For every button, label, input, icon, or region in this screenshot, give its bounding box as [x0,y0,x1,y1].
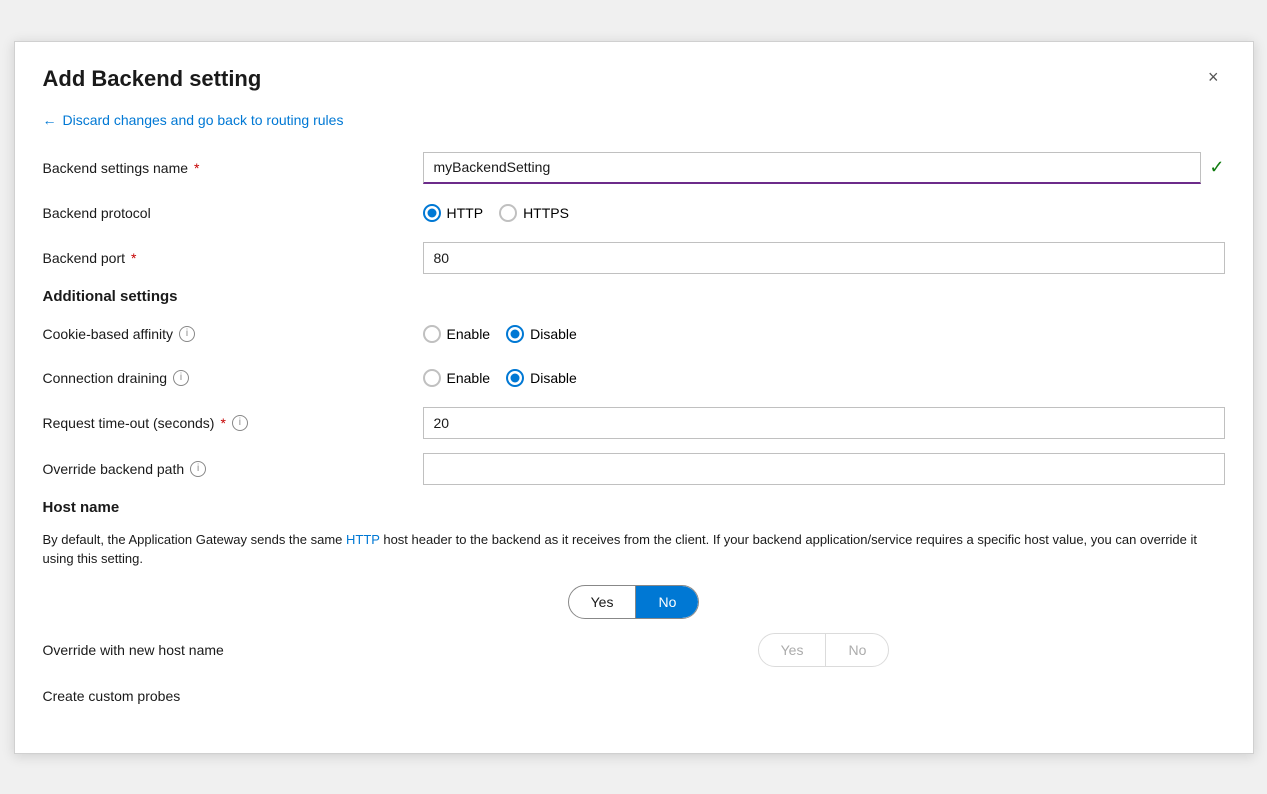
additional-settings-heading: Additional settings [43,288,1225,305]
host-name-description: By default, the Application Gateway send… [43,530,1225,569]
override-host-no-button[interactable]: No [826,634,888,666]
request-timeout-row: Request time-out (seconds) * i [43,407,1225,439]
override-host-name-control: Yes No [423,633,1225,667]
create-custom-probes-row: Create custom probes [43,681,1225,711]
cookie-affinity-info-icon[interactable]: i [179,326,195,342]
override-path-info-icon[interactable]: i [190,461,206,477]
backend-protocol-options: HTTP HTTPS [423,204,1225,222]
override-host-name-row: Override with new host name Yes No [43,633,1225,667]
back-arrow: ← [43,112,57,128]
connection-draining-options: Enable Disable [423,369,1225,387]
request-timeout-label: Request time-out (seconds) * i [43,415,423,431]
connection-draining-row: Connection draining i Enable Disable [43,363,1225,393]
host-name-yes-button[interactable]: Yes [569,586,636,618]
back-link-text: Discard changes and go back to routing r… [63,112,344,128]
host-name-toggle-row: Yes No [43,585,1225,619]
http-link: HTTP [346,532,380,547]
required-star: * [194,160,199,176]
checkmark-icon: ✓ [1209,157,1224,178]
https-option[interactable]: HTTPS [499,204,569,222]
https-radio[interactable] [499,204,517,222]
cookie-disable-radio[interactable] [506,325,524,343]
host-name-toggle: Yes No [568,585,700,619]
request-timeout-info-icon[interactable]: i [232,415,248,431]
http-option[interactable]: HTTP [423,204,484,222]
request-timeout-control [423,407,1225,439]
override-backend-path-row: Override backend path i [43,453,1225,485]
backend-port-row: Backend port * [43,242,1225,274]
backend-protocol-row: Backend protocol HTTP HTTPS [43,198,1225,228]
host-name-heading: Host name [43,499,1225,516]
backend-port-label: Backend port * [43,250,423,266]
override-backend-path-label: Override backend path i [43,461,423,477]
backend-settings-name-label: Backend settings name * [43,160,423,176]
override-host-name-label: Override with new host name [43,642,423,658]
create-custom-probes-label: Create custom probes [43,688,423,704]
cookie-enable-option[interactable]: Enable [423,325,491,343]
cookie-affinity-row: Cookie-based affinity i Enable Disable [43,319,1225,349]
drain-disable-radio[interactable] [506,369,524,387]
request-timeout-input[interactable] [423,407,1225,439]
cookie-affinity-options: Enable Disable [423,325,1225,343]
cookie-enable-radio[interactable] [423,325,441,343]
host-name-section: Host name By default, the Application Ga… [43,499,1225,711]
drain-enable-option[interactable]: Enable [423,369,491,387]
backend-settings-name-row: Backend settings name * ✓ [43,152,1225,184]
cookie-affinity-label: Cookie-based affinity i [43,326,423,342]
host-name-no-button[interactable]: No [636,586,698,618]
override-host-name-toggle: Yes No [758,633,890,667]
http-radio[interactable] [423,204,441,222]
override-backend-path-control [423,453,1225,485]
drain-enable-radio[interactable] [423,369,441,387]
override-backend-path-input[interactable] [423,453,1225,485]
dialog-header: Add Backend setting × [43,66,1225,92]
backend-protocol-label: Backend protocol [43,205,423,221]
add-backend-setting-dialog: Add Backend setting × ← Discard changes … [14,41,1254,754]
required-star-port: * [131,250,136,266]
close-button[interactable]: × [1202,66,1225,88]
drain-disable-option[interactable]: Disable [506,369,577,387]
connection-draining-label: Connection draining i [43,370,423,386]
backend-port-control [423,242,1225,274]
override-host-yes-button[interactable]: Yes [759,634,826,666]
back-link[interactable]: ← Discard changes and go back to routing… [43,112,344,128]
required-star-timeout: * [220,415,225,431]
connection-draining-info-icon[interactable]: i [173,370,189,386]
cookie-disable-option[interactable]: Disable [506,325,577,343]
backend-port-input[interactable] [423,242,1225,274]
backend-settings-name-control [423,152,1202,184]
dialog-title: Add Backend setting [43,66,262,92]
backend-settings-name-input[interactable] [423,152,1202,184]
